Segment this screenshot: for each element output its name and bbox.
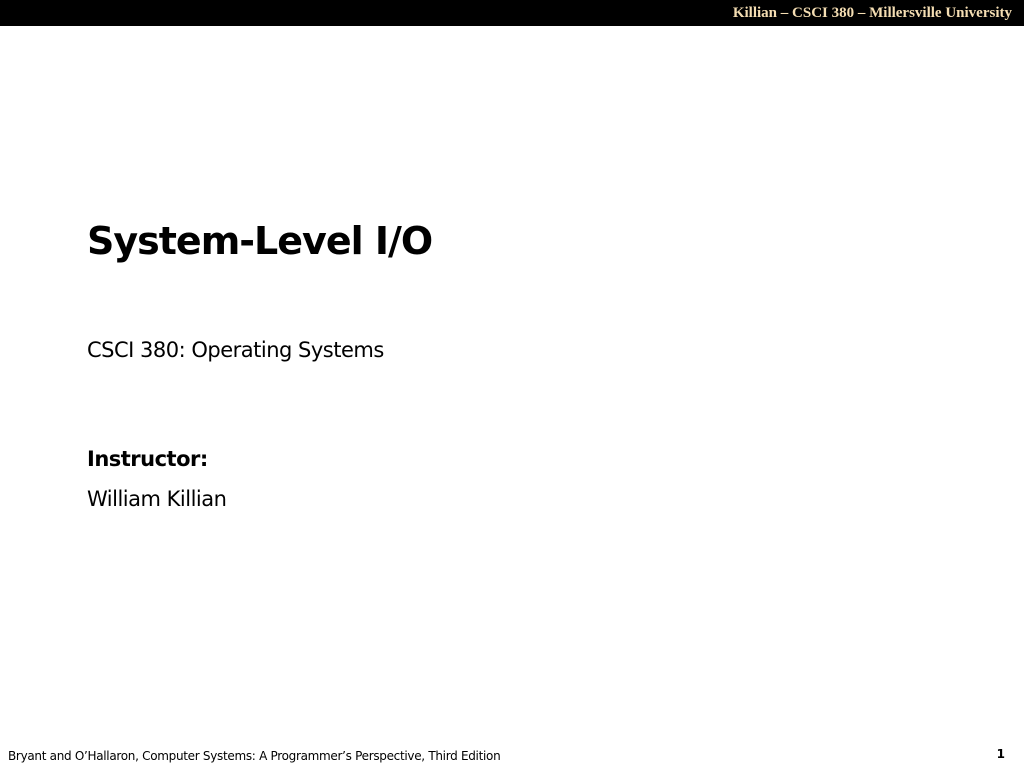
- course-subtitle: CSCI 380: Operating Systems: [87, 338, 384, 362]
- footer-citation: Bryant and O’Hallaron, Computer Systems:…: [8, 749, 501, 763]
- header-banner-text: Killian – CSCI 380 – Millersville Univer…: [732, 5, 1012, 21]
- page-number: 1: [996, 747, 1005, 761]
- slide: Killian – CSCI 380 – Millersville Univer…: [0, 0, 1024, 768]
- header-banner: Killian – CSCI 380 – Millersville Univer…: [0, 0, 1024, 26]
- instructor-name: William Killian: [87, 487, 227, 511]
- slide-title: System-Level I/O: [87, 219, 433, 263]
- instructor-label: Instructor:: [87, 447, 208, 471]
